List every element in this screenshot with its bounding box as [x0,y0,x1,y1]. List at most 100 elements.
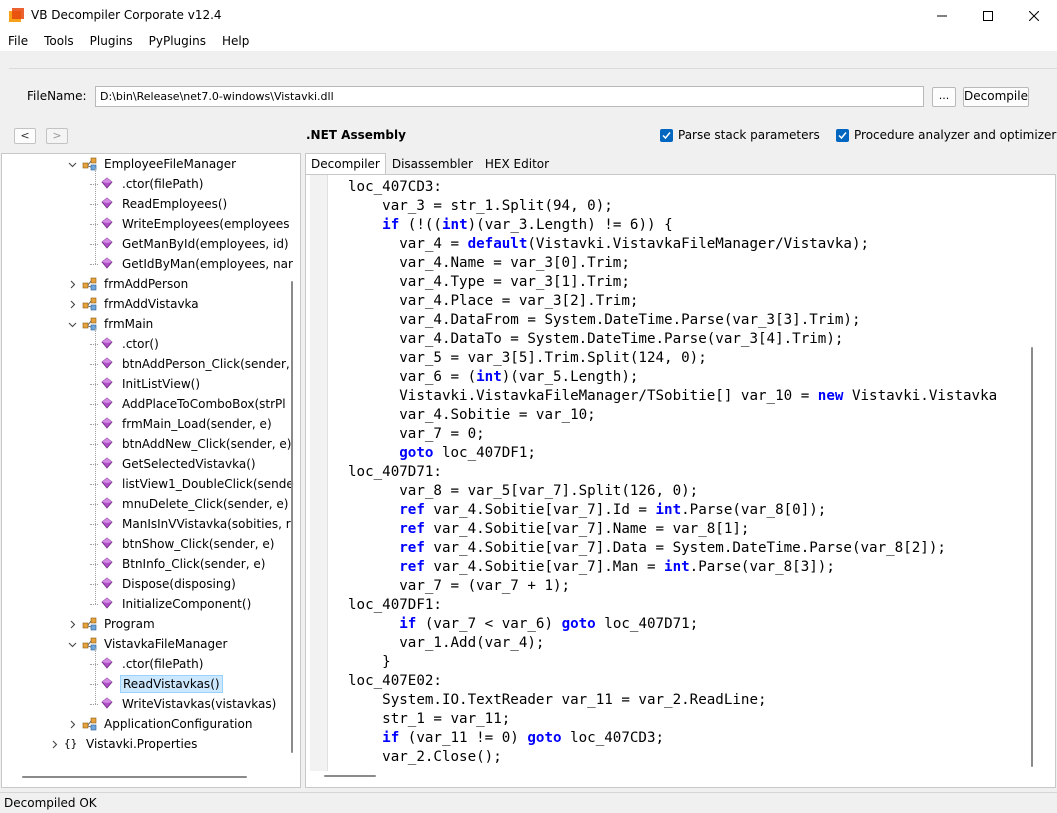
code-keyword: goto [399,445,434,461]
class-icon [82,277,98,291]
tree-vertical-scroll-thumb[interactable] [291,281,293,753]
tree-item-program[interactable]: Program [66,614,157,634]
code-vertical-scroll-thumb[interactable] [1031,347,1033,767]
close-button[interactable] [1011,0,1057,31]
menu-plugins[interactable]: Plugins [82,31,141,51]
tree-item-frmaddperson[interactable]: frmAddPerson [66,274,190,294]
code-horizontal-scroll-thumb[interactable] [324,775,376,777]
tree-connector [90,583,98,585]
tree-item-label: ReadEmployees() [122,197,228,211]
menu-pyplugins[interactable]: PyPlugins [141,31,214,51]
chevron-right-icon[interactable] [66,298,78,310]
procedure-analyzer-label: Procedure analyzer and optimizer [854,128,1057,142]
tree-item-reademployees[interactable]: ReadEmployees() [90,194,229,214]
menu-file[interactable]: File [0,31,36,51]
tree-horizontal-scroll-thumb[interactable] [22,776,247,778]
tree-item-vistavki-properties[interactable]: {} Vistavki.Properties [48,734,199,754]
tree-item-label: WriteEmployees(employees [122,217,290,231]
tree-item-frmaddvistavka[interactable]: frmAddVistavka [66,294,201,314]
code-line: var_3 = str_1.Split(94, 0); [348,198,613,214]
tree-item-dispose-disposing[interactable]: Dispose(disposing) [90,574,238,594]
tab-decompiler[interactable]: Decompiler [305,153,386,175]
tree-item-addplacetocombobox-strpl[interactable]: AddPlaceToComboBox(strPl [90,394,288,414]
tree-item-ctor[interactable]: .ctor() [90,334,161,354]
tab-hex-editor[interactable]: HEX Editor [479,153,555,175]
tree-item-ctor-filepath[interactable]: .ctor(filePath) [90,654,205,674]
code-line: var_4.Sobitie = var_10; [348,407,596,423]
chevron-right-icon[interactable] [66,718,78,730]
tab-disassembler[interactable]: Disassembler [386,153,479,175]
tree-connector [90,563,98,565]
chevron-right-icon[interactable] [66,278,78,290]
code-keyword: int [476,369,502,385]
tree-item-label: frmAddPerson [104,277,189,291]
tree-item-getmanbyid-employees-id[interactable]: GetManById(employees, id) [90,234,291,254]
tree-item-listview1-doubleclick-sende[interactable]: listView1_DoubleClick(sende [90,474,296,494]
tree-guide-line [95,168,96,264]
browse-button[interactable]: ... [932,87,956,107]
checkbox-checked-icon [660,128,673,142]
tree-item-label: VistavkaFileManager [104,637,228,651]
forward-button[interactable]: > [46,128,68,144]
tree-item-btnaddnew-click-sender-e[interactable]: btnAddNew_Click(sender, e) [90,434,293,454]
tree-vertical-scrollbar[interactable] [291,154,297,769]
tree-item-readvistavkas[interactable]: ReadVistavkas() [90,674,223,694]
tree-item-label: InitializeComponent() [122,597,252,611]
tree-item-employeefilemanager[interactable]: EmployeeFileManager [66,154,238,174]
tree-item-ctor-filepath[interactable]: .ctor(filePath) [90,174,205,194]
tree-item-vistavkafilemanager[interactable]: VistavkaFileManager [66,634,229,654]
chevron-down-icon[interactable] [66,318,78,330]
tree-item-applicationconfiguration[interactable]: ApplicationConfiguration [66,714,254,734]
project-tree[interactable]: EmployeeFileManager .ctor(filePath) ReadEm… [1,153,301,788]
tree-item-frmmain-load-sender-e[interactable]: frmMain_Load(sender, e) [90,414,274,434]
method-icon [100,257,116,271]
tree-item-label: AddPlaceToComboBox(strPl [122,397,286,411]
tree-item-label: btnAddPerson_Click(sender, [122,357,290,371]
tree-item-label: frmMain [104,317,154,331]
tree-item-initializecomponent[interactable]: InitializeComponent() [90,594,253,614]
procedure-analyzer-checkbox[interactable]: Procedure analyzer and optimizer [836,128,1056,142]
minimize-button[interactable] [919,0,965,31]
parse-stack-checkbox[interactable]: Parse stack parameters [660,128,820,142]
tree-item-btnshow-click-sender-e[interactable]: btnShow_Click(sender, e) [90,534,276,554]
tree-item-mnudelete-click-sender-e[interactable]: mnuDelete_Click(sender, e) [90,494,290,514]
window-title: VB Decompiler Corporate v12.4 [31,8,222,22]
code-keyword: int [655,502,682,518]
tree-item-manisinvvistavka-sobities-r[interactable]: ManIsInVVistavka(sobities, r [90,514,293,534]
menu-tools[interactable]: Tools [36,31,82,51]
app-icon [9,8,24,22]
code-line: loc_407D71: [348,464,442,480]
code-editor[interactable]: loc_407CD3: var_3 = str_1.Split(94, 0); … [305,174,1056,788]
chevron-down-icon[interactable] [66,158,78,170]
decompile-button[interactable]: Decompile [963,87,1029,107]
back-button[interactable]: < [14,128,36,144]
tree-connector [90,223,98,225]
code-line: var_4.DataTo = System.DateTime.Parse(var… [348,331,844,347]
tree-item-initlistview[interactable]: InitListView() [90,374,202,394]
chevron-down-icon[interactable] [66,638,78,650]
tree-item-getidbyman-employees-nar[interactable]: GetIdByMan(employees, nar [90,254,295,274]
tree-connector [90,543,98,545]
tree-item-label: Program [104,617,155,631]
tree-item-frmmain[interactable]: frmMain [66,314,155,334]
maximize-button[interactable] [965,0,1011,31]
tree-connector [90,403,98,405]
menu-help[interactable]: Help [214,31,257,51]
tree-guide-line [95,328,96,604]
tree-item-getselectedvistavka[interactable]: GetSelectedVistavka() [90,454,258,474]
tree-item-writeemployees-employees[interactable]: WriteEmployees(employees [90,214,292,234]
tree-item-btnaddperson-click-sender[interactable]: btnAddPerson_Click(sender, [90,354,292,374]
chevron-right-icon[interactable] [48,738,60,750]
tree-item-btninfo-click-sender-e[interactable]: BtnInfo_Click(sender, e) [90,554,267,574]
code-line: var_4.Type = var_3[1].Trim; [348,274,630,290]
tree-item-label: mnuDelete_Click(sender, e) [122,497,289,511]
filename-input[interactable]: D:\bin\Release\net7.0-windows\Vistavki.d… [95,86,924,107]
code-line: goto loc_407DF1; [399,445,536,461]
method-icon [100,357,116,371]
tree-connector [90,383,98,385]
tree-item-writevistavkas-vistavkas[interactable]: WriteVistavkas(vistavkas) [90,694,278,714]
chevron-right-icon[interactable] [66,618,78,630]
class-icon [82,617,98,631]
code-keyword: ref [399,521,425,537]
code-line: var_7 = (var_7 + 1); [348,578,571,594]
